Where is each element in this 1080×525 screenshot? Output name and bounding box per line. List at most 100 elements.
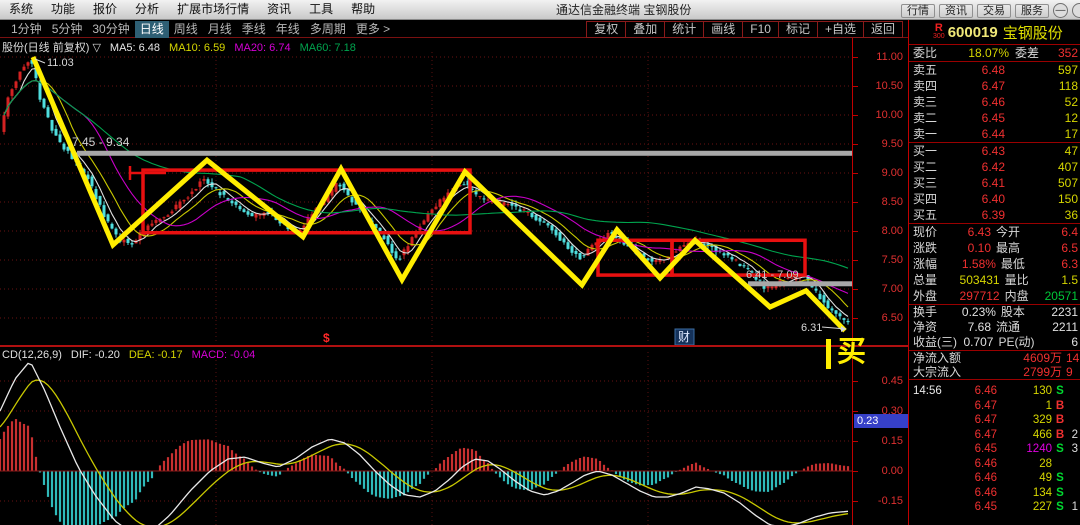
- trade-tail-clipped: 2: [1068, 428, 1078, 443]
- ask-row[interactable]: 卖四6.47118: [913, 78, 1078, 94]
- titlebar-button-服务[interactable]: 服务: [1015, 4, 1049, 18]
- trade-row[interactable]: 6.471B: [913, 399, 1078, 414]
- period-tab-多周期[interactable]: 多周期: [305, 21, 351, 38]
- titlebar-button-交易[interactable]: 交易: [977, 4, 1011, 18]
- ma-legend: MA10: 6.59: [169, 42, 225, 54]
- ask-level-label: 卖五: [913, 62, 947, 78]
- trade-row[interactable]: 6.45227S1: [913, 500, 1078, 515]
- period-tab-更多 >[interactable]: 更多 >: [351, 21, 395, 38]
- toolbar-action-标记[interactable]: 标记: [778, 22, 817, 37]
- y-axis-label: 7.00: [882, 283, 903, 295]
- period-tab-月线[interactable]: 月线: [203, 21, 237, 38]
- titlebar-button-行情[interactable]: 行情: [901, 4, 935, 18]
- menu-item-报价[interactable]: 报价: [84, 2, 126, 16]
- toolbar-action-叠加[interactable]: 叠加: [625, 22, 664, 37]
- ask-volume: 12: [1005, 110, 1078, 126]
- toolbar-action-复权[interactable]: 复权: [587, 22, 625, 37]
- toolbar-action-返回[interactable]: 返回: [863, 22, 902, 37]
- trade-tail-clipped: 1: [1068, 500, 1078, 515]
- trade-tail-clipped: [1068, 384, 1078, 399]
- trade-direction: B: [1052, 413, 1068, 428]
- period-tab-1分钟[interactable]: 1分钟: [6, 21, 47, 38]
- y-axis-strip: 0.23 11.0010.5010.009.509.008.508.007.50…: [852, 38, 908, 525]
- toolbar-action-F10[interactable]: F10: [742, 22, 778, 37]
- ask-level-label: 卖四: [913, 78, 947, 94]
- y-axis-tick: [853, 318, 858, 319]
- svg-text:6.31: 6.31: [801, 322, 822, 334]
- toolbar-action-+自选[interactable]: +自选: [817, 22, 863, 37]
- menu-item-功能[interactable]: 功能: [42, 2, 84, 16]
- period-tab-日线[interactable]: 日线: [135, 21, 169, 38]
- toolbar-action-统计[interactable]: 统计: [664, 22, 703, 37]
- info-label: 涨跌: [913, 240, 965, 256]
- trade-volume: 1: [997, 399, 1052, 414]
- trade-time: [913, 457, 947, 472]
- bid-volume: 407: [1005, 159, 1078, 175]
- macd-header: CD(12,26,9)DIF: -0.20DEA: -0.17MACD: -0.…: [2, 349, 273, 361]
- maximize-icon[interactable]: [1072, 3, 1080, 18]
- menu-item-扩展市场行情[interactable]: 扩展市场行情: [168, 2, 258, 16]
- trade-direction: S: [1052, 442, 1068, 457]
- menu-item-系统[interactable]: 系统: [0, 2, 42, 16]
- ma-legend: MA60: 7.18: [300, 42, 356, 54]
- minimize-icon[interactable]: —: [1053, 3, 1068, 18]
- titlebar-button-资讯[interactable]: 资讯: [939, 4, 973, 18]
- y-axis-tick: [853, 471, 858, 472]
- period-tab-年线[interactable]: 年线: [271, 21, 305, 38]
- bid-row[interactable]: 买五6.3936: [913, 207, 1078, 223]
- ask-price: 6.44: [947, 126, 1005, 142]
- y-axis-label: 6.50: [882, 312, 903, 324]
- period-tab-30分钟[interactable]: 30分钟: [87, 21, 134, 38]
- ask-volume: 52: [1005, 94, 1078, 110]
- quote-info-row: 总量503431量比1.5: [913, 272, 1078, 288]
- bid-volume: 150: [1005, 191, 1078, 207]
- trade-price: 6.46: [947, 384, 997, 399]
- trade-row[interactable]: 6.47466B2: [913, 428, 1078, 443]
- money-flow-row: 净流入额4609万14: [913, 351, 1078, 365]
- trade-time: 14:56: [913, 384, 947, 399]
- ask-row[interactable]: 卖五6.48597: [913, 62, 1078, 78]
- period-tab-周线[interactable]: 周线: [169, 21, 203, 38]
- ask-row[interactable]: 卖一6.4417: [913, 126, 1078, 142]
- trade-row[interactable]: 6.451240S3: [913, 442, 1078, 457]
- y-axis-tick: [853, 86, 858, 87]
- period-tab-季线[interactable]: 季线: [237, 21, 271, 38]
- y-axis-label: 8.00: [882, 225, 903, 237]
- info-value: 1.58%: [962, 256, 996, 272]
- quote-info-section: 现价6.43今开6.4涨跌0.10最高6.5涨幅1.58%最低6.3总量5034…: [909, 224, 1080, 305]
- trade-volume: 1240: [997, 442, 1052, 457]
- bid-row[interactable]: 买三6.41507: [913, 175, 1078, 191]
- bid-price: 6.40: [947, 191, 1005, 207]
- ask-row[interactable]: 卖二6.4512: [913, 110, 1078, 126]
- app-window: 系统功能报价分析扩展市场行情资讯工具帮助 通达信金融终端 宝钢股份 行情资讯交易…: [0, 0, 1080, 525]
- menu-item-工具[interactable]: 工具: [300, 2, 342, 16]
- trade-volume: 28: [997, 457, 1052, 472]
- period-tab-5分钟[interactable]: 5分钟: [47, 21, 88, 38]
- pane-separator[interactable]: [0, 345, 908, 347]
- y-axis-label: 10.50: [875, 80, 903, 92]
- bid-level-label: 买三: [913, 175, 947, 191]
- quote-panel: R 300 600019 宝钢股份 委比18.07%委差352 卖五6.4859…: [908, 20, 1080, 525]
- trade-row[interactable]: 6.4649S: [913, 471, 1078, 486]
- menu-item-帮助[interactable]: 帮助: [342, 2, 384, 16]
- bid-row[interactable]: 买二6.42407: [913, 159, 1078, 175]
- flow-label: 大宗流入: [913, 365, 975, 379]
- trade-row[interactable]: 6.47329B: [913, 413, 1078, 428]
- ask-row[interactable]: 卖三6.4652: [913, 94, 1078, 110]
- trade-row[interactable]: 6.4628: [913, 457, 1078, 472]
- trade-row[interactable]: 6.46134S: [913, 486, 1078, 501]
- info-value: 1.5: [1042, 272, 1078, 288]
- menu-item-分析[interactable]: 分析: [126, 2, 168, 16]
- trade-row[interactable]: 14:566.46130S: [913, 384, 1078, 399]
- main-chart-canvas[interactable]: 11.037.45 - 9.346.41 - 7.096.31$财: [0, 38, 852, 525]
- quote-info-row: 涨幅1.58%最低6.3: [913, 256, 1078, 272]
- y-axis-tick: [853, 202, 858, 203]
- info-label: 收益(三): [913, 335, 963, 350]
- bid-row[interactable]: 买一6.4347: [913, 143, 1078, 159]
- bid-price: 6.43: [947, 143, 1005, 159]
- weibi-value: 18.07%: [947, 45, 1009, 61]
- bid-row[interactable]: 买四6.40150: [913, 191, 1078, 207]
- toolbar-action-画线[interactable]: 画线: [703, 22, 742, 37]
- info-label: 净资: [913, 320, 965, 335]
- menu-item-资讯[interactable]: 资讯: [258, 2, 300, 16]
